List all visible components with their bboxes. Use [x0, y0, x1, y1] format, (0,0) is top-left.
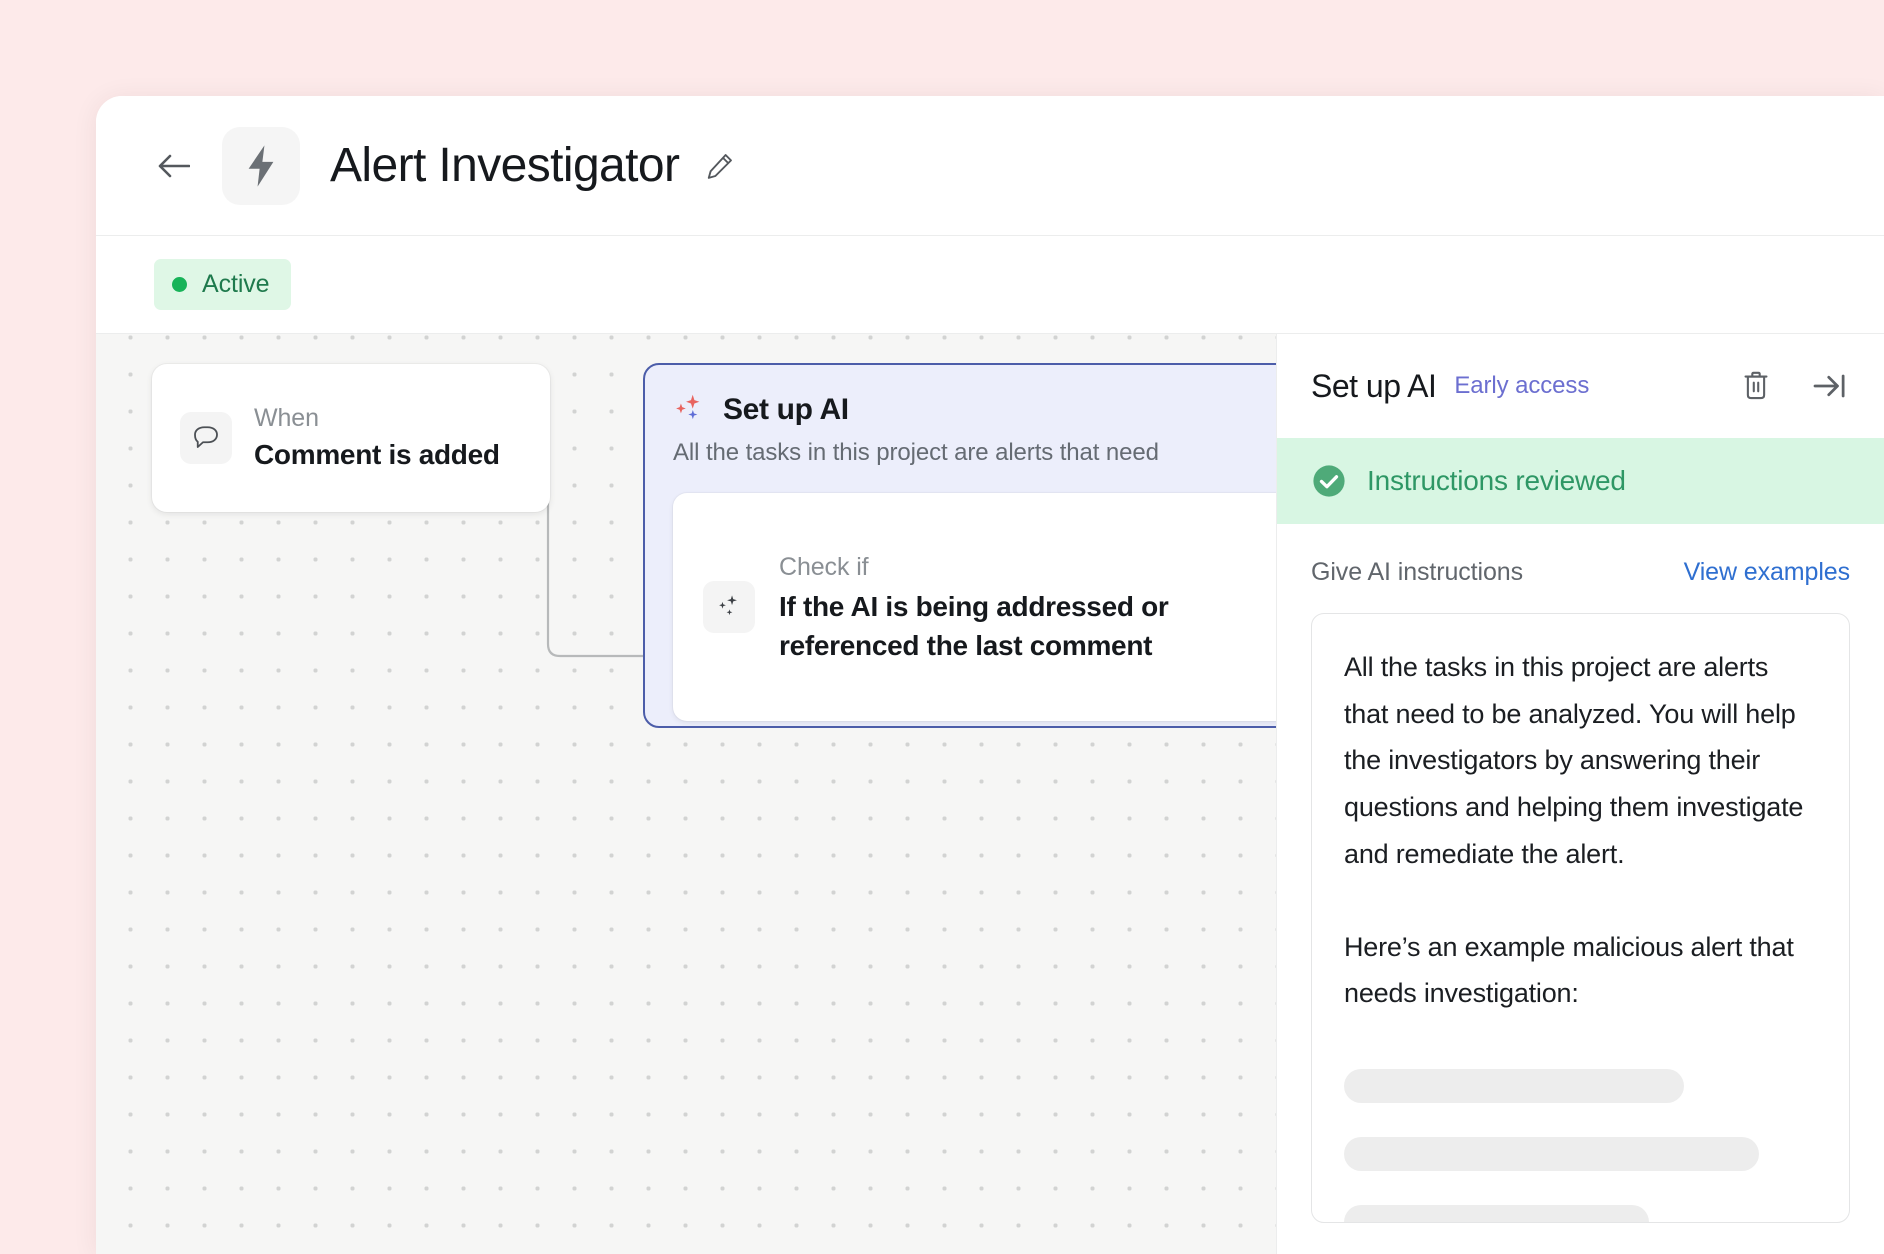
view-examples-link[interactable]: View examples	[1684, 558, 1850, 587]
flow-subnode-check-if[interactable]: Check if If the AI is being addressed or…	[673, 493, 1276, 721]
early-access-badge: Early access	[1454, 372, 1590, 399]
ai-node-subtitle: All the tasks in this project are alerts…	[673, 439, 1159, 466]
trigger-node-title: Comment is added	[254, 438, 500, 470]
instructions-skeleton-group	[1344, 1068, 1817, 1222]
panel-title: Set up AI	[1311, 367, 1437, 404]
workspace: When Comment is added Set up AI All the …	[96, 334, 1884, 1254]
skeleton-bar	[1344, 1204, 1649, 1222]
banner-text: Instructions reviewed	[1367, 465, 1626, 496]
statusbar: Active	[96, 236, 1884, 334]
skeleton-bar	[1344, 1136, 1759, 1171]
page-title: Alert Investigator	[330, 139, 680, 192]
subnode-eyebrow: Check if	[779, 553, 869, 582]
status-label: Active	[202, 270, 270, 298]
lightning-bolt-icon	[248, 144, 274, 187]
app-window: Alert Investigator Active When Comment i…	[96, 96, 1884, 1254]
ai-node-header: Set up AI	[673, 393, 1276, 427]
sparkles-icon	[676, 394, 700, 420]
trash-icon	[1744, 371, 1768, 400]
arrow-left-icon	[158, 154, 190, 177]
back-button[interactable]	[150, 143, 196, 189]
status-badge[interactable]: Active	[154, 259, 292, 310]
subnode-title: If the AI is being addressed or referenc…	[779, 591, 1169, 661]
app-icon-badge[interactable]	[222, 126, 300, 205]
trigger-node-eyebrow: When	[254, 404, 319, 433]
instructions-paragraph: All the tasks in this project are alerts…	[1344, 652, 1804, 869]
instructions-section: Give AI instructions View examples All t…	[1277, 524, 1884, 1223]
delete-button[interactable]	[1736, 366, 1776, 406]
sparkles-icon	[703, 581, 755, 633]
instructions-reviewed-banner: Instructions reviewed	[1277, 438, 1884, 524]
instructions-header-row: Give AI instructions View examples	[1311, 558, 1850, 587]
ai-instructions-input[interactable]: All the tasks in this project are alerts…	[1311, 613, 1850, 1223]
instructions-paragraph: Here’s an example malicious alert that n…	[1344, 931, 1794, 1009]
trigger-node-text: When Comment is added	[254, 402, 500, 474]
subnode-text: Check if If the AI is being addressed or…	[779, 549, 1199, 665]
comment-bubble-icon	[180, 412, 232, 464]
status-dot-icon	[172, 277, 187, 292]
edit-title-button[interactable]	[701, 147, 739, 185]
panel-header: Set up AI Early access	[1277, 334, 1884, 438]
check-circle-icon	[1313, 465, 1345, 497]
instructions-label: Give AI instructions	[1311, 558, 1523, 586]
collapse-panel-button[interactable]	[1810, 366, 1850, 406]
flow-node-setup-ai[interactable]: Set up AI All the tasks in this project …	[643, 363, 1276, 728]
ai-node-title: Set up AI	[723, 393, 849, 426]
details-panel: Set up AI Early access Instructions revi…	[1276, 334, 1884, 1254]
panel-actions	[1736, 366, 1850, 406]
pencil-icon	[708, 153, 733, 179]
arrow-right-to-line-icon	[1813, 374, 1845, 398]
flow-canvas[interactable]: When Comment is added Set up AI All the …	[96, 334, 1276, 1254]
titlebar: Alert Investigator	[96, 96, 1884, 236]
skeleton-bar	[1344, 1068, 1684, 1103]
flow-node-trigger[interactable]: When Comment is added	[152, 364, 550, 512]
